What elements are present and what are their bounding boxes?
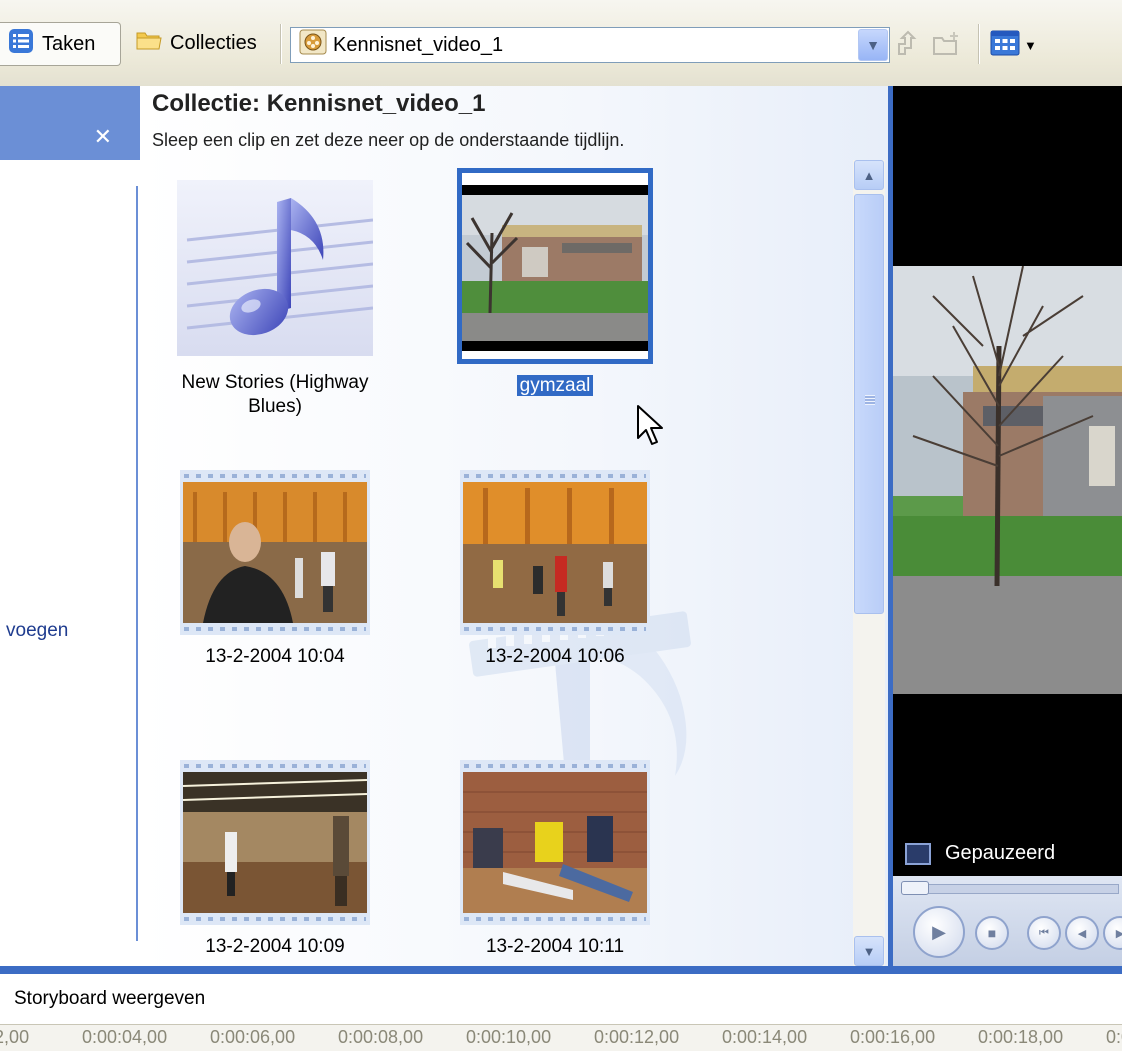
thumbnails-view-icon bbox=[990, 29, 1020, 62]
film-thumbnail bbox=[180, 760, 370, 925]
ruler-tick: 0:00:20,00 bbox=[1106, 1027, 1122, 1047]
play-icon: ▶ bbox=[932, 921, 946, 942]
item-label: 13-2-2004 10:11 bbox=[485, 936, 625, 957]
toolbar-separator bbox=[280, 24, 282, 64]
mouse-pointer-icon bbox=[637, 405, 663, 445]
new-collection-icon[interactable] bbox=[932, 30, 962, 60]
collection-item-video[interactable]: 13-2-2004 10:11 bbox=[450, 760, 660, 959]
stop-button[interactable]: ■ bbox=[975, 916, 1009, 950]
tasks-pane-divider bbox=[136, 186, 138, 941]
previous-button[interactable]: ⏮ bbox=[1027, 916, 1061, 950]
item-label: 13-2-2004 10:06 bbox=[485, 646, 625, 667]
collection-item-video[interactable]: 13-2-2004 10:06 bbox=[450, 470, 660, 669]
item-label-selected: gymzaal bbox=[450, 374, 660, 398]
film-thumbnail bbox=[460, 470, 650, 635]
dropdown-arrow-icon: ▼ bbox=[1024, 37, 1037, 53]
gym-clip-thumbnail bbox=[183, 772, 367, 913]
timeline-divider[interactable] bbox=[0, 966, 1122, 974]
chevron-up-icon: ▲ bbox=[862, 167, 876, 183]
taken-label: Taken bbox=[42, 32, 96, 55]
gym-clip-thumbnail bbox=[183, 482, 367, 623]
views-button[interactable]: ▼ bbox=[990, 28, 1048, 62]
scrollbar-thumb[interactable] bbox=[854, 194, 884, 614]
playback-controls: ▶ ■ ⏮ ◀ ▶ bbox=[893, 876, 1122, 966]
timeline-ruler[interactable]: 0:00:02,00 0:00:04,00 0:00:06,00 0:00:08… bbox=[0, 1024, 1122, 1051]
collecties-label: Collecties bbox=[170, 31, 257, 54]
gymzaal-thumbnail bbox=[462, 185, 648, 351]
next-frame-button[interactable]: ▶ bbox=[1103, 916, 1122, 950]
item-label: New Stories (Highway Blues) bbox=[181, 372, 369, 417]
music-note-icon bbox=[177, 180, 374, 356]
up-one-level-icon[interactable] bbox=[892, 30, 922, 60]
skip-back-icon: ⏮ bbox=[1039, 926, 1049, 939]
collection-vertical-scrollbar[interactable]: ▲ ▼ bbox=[853, 160, 885, 968]
scroll-down-button[interactable]: ▼ bbox=[854, 936, 884, 966]
toolbar: Taken Collecties Kennisnet_video_1 ▼ ▼ bbox=[0, 0, 1122, 86]
collection-item-video[interactable]: 13-2-2004 10:09 bbox=[170, 760, 380, 959]
ruler-tick: 0:00:10,00 bbox=[466, 1027, 552, 1047]
ruler-tick: 0:00:06,00 bbox=[210, 1027, 296, 1047]
collection-instruction: Sleep een clip en zet deze neer op de on… bbox=[152, 130, 625, 150]
tasks-pane-header: ✕ bbox=[0, 86, 140, 160]
chevron-down-icon: ▼ bbox=[862, 943, 876, 959]
gym-clip-thumbnail bbox=[463, 482, 647, 623]
preview-monitor: Gepauzeerd ▶ ■ ⏮ ◀ ▶ bbox=[888, 86, 1122, 966]
ruler-tick: 0:00:04,00 bbox=[82, 1027, 168, 1047]
tasks-list-icon bbox=[8, 28, 34, 60]
ruler-tick: 0:00:14,00 bbox=[722, 1027, 808, 1047]
frame-forward-icon: ▶ bbox=[1115, 927, 1122, 940]
item-label: 13-2-2004 10:04 bbox=[205, 646, 345, 667]
collection-dropdown-value: Kennisnet_video_1 bbox=[333, 33, 504, 56]
film-reel-icon bbox=[299, 29, 327, 61]
stop-icon: ■ bbox=[987, 925, 997, 941]
collecties-button[interactable]: Collecties bbox=[128, 22, 268, 64]
taken-button[interactable]: Taken bbox=[0, 22, 121, 66]
frame-back-icon: ◀ bbox=[1077, 927, 1087, 940]
collection-title: Collectie: Kennisnet_video_1 bbox=[152, 90, 486, 117]
fullscreen-icon[interactable] bbox=[905, 842, 931, 865]
collection-dropdown[interactable]: Kennisnet_video_1 ▼ bbox=[290, 27, 890, 63]
chevron-down-icon[interactable]: ▼ bbox=[858, 29, 888, 61]
scrollbar-grip bbox=[865, 395, 875, 405]
scroll-up-button[interactable]: ▲ bbox=[854, 160, 884, 190]
ruler-tick: 0:00:18,00 bbox=[978, 1027, 1064, 1047]
toolbar-separator bbox=[978, 24, 980, 64]
collection-item-audio[interactable]: New Stories (Highway Blues) bbox=[170, 180, 380, 419]
film-thumbnail bbox=[460, 760, 650, 925]
selected-thumbnail bbox=[457, 168, 653, 364]
show-storyboard-link[interactable]: Storyboard weergeven bbox=[14, 988, 205, 1010]
seek-handle[interactable] bbox=[901, 881, 929, 895]
ruler-tick: 0:00:02,00 bbox=[0, 1027, 30, 1047]
item-label-text: gymzaal bbox=[516, 375, 594, 396]
ruler-tick: 0:00:12,00 bbox=[594, 1027, 680, 1047]
close-icon[interactable]: ✕ bbox=[94, 124, 112, 150]
playback-status-bar: Gepauzeerd bbox=[893, 831, 1122, 876]
film-thumbnail bbox=[180, 470, 370, 635]
collection-pane: Collectie: Kennisnet_video_1 Sleep een c… bbox=[140, 86, 888, 966]
gym-clip-thumbnail bbox=[463, 772, 647, 913]
previous-frame-button[interactable]: ◀ bbox=[1065, 916, 1099, 950]
seek-bar[interactable] bbox=[903, 884, 1119, 894]
tasks-pane: ✕ voegen bbox=[0, 86, 140, 966]
preview-video-frame bbox=[893, 266, 1122, 694]
storyboard-area: Storyboard weergeven 0:00:02,00 0:00:04,… bbox=[0, 974, 1122, 1051]
playback-status: Gepauzeerd bbox=[945, 842, 1056, 864]
collection-item-video-selected[interactable]: gymzaal bbox=[450, 168, 660, 398]
collection-item-video[interactable]: 13-2-2004 10:04 bbox=[170, 470, 380, 669]
ruler-tick: 0:00:16,00 bbox=[850, 1027, 936, 1047]
ruler-tick: 0:00:08,00 bbox=[338, 1027, 424, 1047]
item-label: 13-2-2004 10:09 bbox=[205, 936, 345, 957]
task-link-partial[interactable]: voegen bbox=[6, 620, 68, 642]
play-button[interactable]: ▶ bbox=[913, 906, 965, 958]
folder-icon bbox=[136, 29, 162, 57]
